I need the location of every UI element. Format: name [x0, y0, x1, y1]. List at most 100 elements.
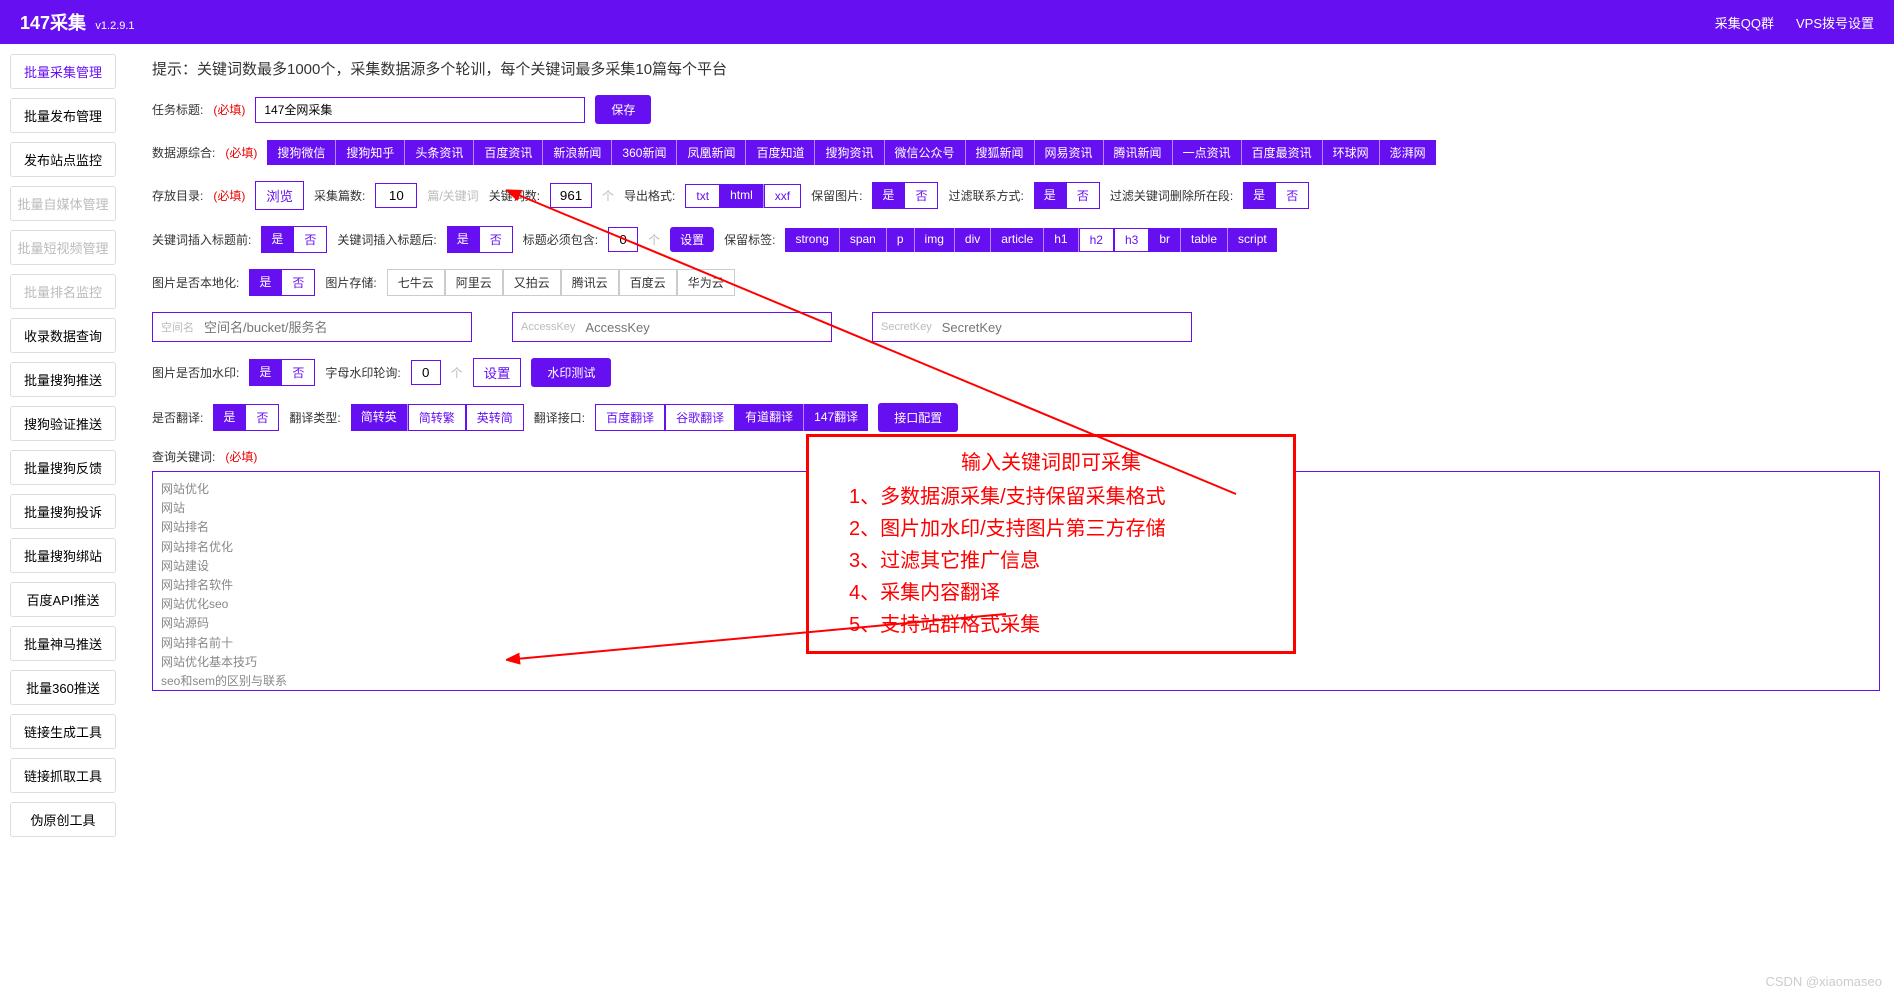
vps-link[interactable]: VPS拨号设置 — [1796, 13, 1874, 32]
sidebar-item-16[interactable]: 链接抓取工具 — [10, 758, 116, 793]
format-label: 导出格式: — [624, 187, 675, 204]
browse-button[interactable]: 浏览 — [255, 181, 304, 210]
sources-tag[interactable]: 搜狗微信 — [267, 140, 336, 165]
task-title-row: 任务标题: (必填) 保存 — [152, 95, 1880, 124]
trans-type-tag[interactable]: 简转英 — [351, 404, 408, 431]
trans-type-tag[interactable]: 英转简 — [466, 404, 524, 431]
keeptags-tag[interactable]: div — [955, 228, 991, 252]
provider-tag[interactable]: 阿里云 — [445, 269, 503, 296]
rotate-input[interactable] — [411, 360, 441, 385]
count-label: 采集篇数: — [314, 187, 365, 204]
provider-tag[interactable]: 腾讯云 — [561, 269, 619, 296]
sidebar-item-7[interactable]: 批量搜狗推送 — [10, 362, 116, 397]
sidebar-item-12[interactable]: 百度API推送 — [10, 582, 116, 617]
ak-input[interactable] — [585, 320, 823, 335]
sources-tag[interactable]: 搜狐新闻 — [966, 140, 1035, 165]
space-input[interactable] — [204, 320, 463, 335]
sources-tag[interactable]: 腾讯新闻 — [1104, 140, 1173, 165]
format-tag[interactable]: html — [720, 184, 764, 208]
sources-tag[interactable]: 360新闻 — [612, 140, 677, 165]
sources-tag[interactable]: 新浪新闻 — [543, 140, 612, 165]
dir-label: 存放目录: — [152, 187, 203, 204]
sidebar-item-8[interactable]: 搜狗验证推送 — [10, 406, 116, 441]
save-button[interactable]: 保存 — [595, 95, 651, 124]
sidebar-item-9[interactable]: 批量搜狗反馈 — [10, 450, 116, 485]
img-local-row: 图片是否本地化: 是否 图片存储: 七牛云阿里云又拍云腾讯云百度云华为云 — [152, 269, 1880, 296]
sidebar-item-14[interactable]: 批量360推送 — [10, 670, 116, 705]
sources-tag[interactable]: 搜狗资讯 — [815, 140, 884, 165]
keeptags-tag[interactable]: br — [1149, 228, 1181, 252]
sidebar-item-17[interactable]: 伪原创工具 — [10, 802, 116, 837]
sidebar-item-15[interactable]: 链接生成工具 — [10, 714, 116, 749]
sources-tag[interactable]: 百度知道 — [746, 140, 815, 165]
keeptags-tag[interactable]: h2 — [1079, 228, 1114, 252]
transapis-tag[interactable]: 147翻译 — [804, 404, 868, 431]
provider-tag[interactable]: 七牛云 — [387, 269, 445, 296]
keeptags-tag[interactable]: script — [1228, 228, 1277, 252]
format-tag[interactable]: txt — [685, 184, 720, 208]
trans-api-tags: 百度翻译谷歌翻译有道翻译147翻译 — [595, 404, 868, 431]
sk-input[interactable] — [942, 320, 1183, 335]
mc-set-button[interactable]: 设置 — [670, 227, 714, 252]
filter-contact-label: 过滤联系方式: — [948, 187, 1023, 204]
wm-toggle[interactable]: 是否 — [249, 359, 315, 386]
img-local-toggle[interactable]: 是否 — [249, 269, 315, 296]
sidebar-item-10[interactable]: 批量搜狗投诉 — [10, 494, 116, 529]
keep-tag-label: 保留标签: — [724, 231, 775, 248]
api-config-button[interactable]: 接口配置 — [878, 403, 958, 432]
sources-tag[interactable]: 澎湃网 — [1380, 140, 1436, 165]
sources-tag[interactable]: 网易资讯 — [1035, 140, 1104, 165]
before-toggle[interactable]: 是否 — [261, 226, 327, 253]
annotation-line: 5、支持站群格式采集 — [849, 609, 1253, 641]
sources-tag[interactable]: 一点资讯 — [1173, 140, 1242, 165]
qq-link[interactable]: 采集QQ群 — [1715, 13, 1774, 32]
sources-tag[interactable]: 头条资讯 — [405, 140, 474, 165]
keep-img-toggle[interactable]: 是否 — [872, 182, 938, 209]
wm-test-button[interactable]: 水印测试 — [531, 358, 611, 387]
kw-count-input[interactable] — [550, 183, 592, 208]
sources-tag[interactable]: 凤凰新闻 — [677, 140, 746, 165]
sk-label: SecretKey — [881, 321, 932, 333]
provider-tag[interactable]: 又拍云 — [503, 269, 561, 296]
task-title-input[interactable] — [255, 97, 585, 123]
keeptags-tag[interactable]: img — [915, 228, 955, 252]
sidebar-item-5[interactable]: 批量排名监控 — [10, 274, 116, 309]
trans-toggle[interactable]: 是否 — [213, 404, 279, 431]
sidebar-item-2[interactable]: 发布站点监控 — [10, 142, 116, 177]
sidebar-item-11[interactable]: 批量搜狗绑站 — [10, 538, 116, 573]
count-input[interactable] — [375, 183, 417, 208]
keeptags-tag[interactable]: span — [840, 228, 887, 252]
filter-contact-toggle[interactable]: 是否 — [1034, 182, 1100, 209]
after-toggle[interactable]: 是否 — [447, 226, 513, 253]
filter-kw-toggle[interactable]: 是否 — [1243, 182, 1309, 209]
transapis-tag[interactable]: 有道翻译 — [735, 404, 804, 431]
must-contain-input[interactable] — [608, 227, 638, 252]
sidebar-item-4[interactable]: 批量短视频管理 — [10, 230, 116, 265]
transapis-tag[interactable]: 百度翻译 — [595, 404, 665, 431]
format-tag[interactable]: xxf — [764, 184, 801, 208]
keeptags-tag[interactable]: strong — [785, 228, 839, 252]
csdn-watermark: CSDN @xiaomaseo — [1765, 974, 1882, 989]
sources-tag[interactable]: 百度资讯 — [474, 140, 543, 165]
sidebar-item-0[interactable]: 批量采集管理 — [10, 54, 116, 89]
sources-tag[interactable]: 微信公众号 — [885, 140, 966, 165]
provider-tag[interactable]: 百度云 — [619, 269, 677, 296]
keep-img-label: 保留图片: — [811, 187, 862, 204]
trans-type-tag[interactable]: 简转繁 — [408, 404, 466, 431]
sources-tag[interactable]: 搜狗知乎 — [336, 140, 405, 165]
provider-tag[interactable]: 华为云 — [677, 269, 735, 296]
keeptags-tag[interactable]: h3 — [1114, 228, 1149, 252]
sidebar-item-1[interactable]: 批量发布管理 — [10, 98, 116, 133]
sidebar-item-13[interactable]: 批量神马推送 — [10, 626, 116, 661]
sidebar-item-6[interactable]: 收录数据查询 — [10, 318, 116, 353]
rotate-set-button[interactable]: 设置 — [473, 358, 522, 387]
sources-tag[interactable]: 百度最资讯 — [1242, 140, 1323, 165]
keeptags-tag[interactable]: h1 — [1044, 228, 1078, 252]
keeptags-tag[interactable]: article — [991, 228, 1044, 252]
sidebar-item-3[interactable]: 批量自媒体管理 — [10, 186, 116, 221]
sources-tag[interactable]: 环球网 — [1323, 140, 1380, 165]
keeptags-tag[interactable]: table — [1181, 228, 1228, 252]
keeptags-tag[interactable]: p — [887, 228, 915, 252]
transapis-tag[interactable]: 谷歌翻译 — [665, 404, 735, 431]
task-required: (必填) — [213, 101, 245, 118]
